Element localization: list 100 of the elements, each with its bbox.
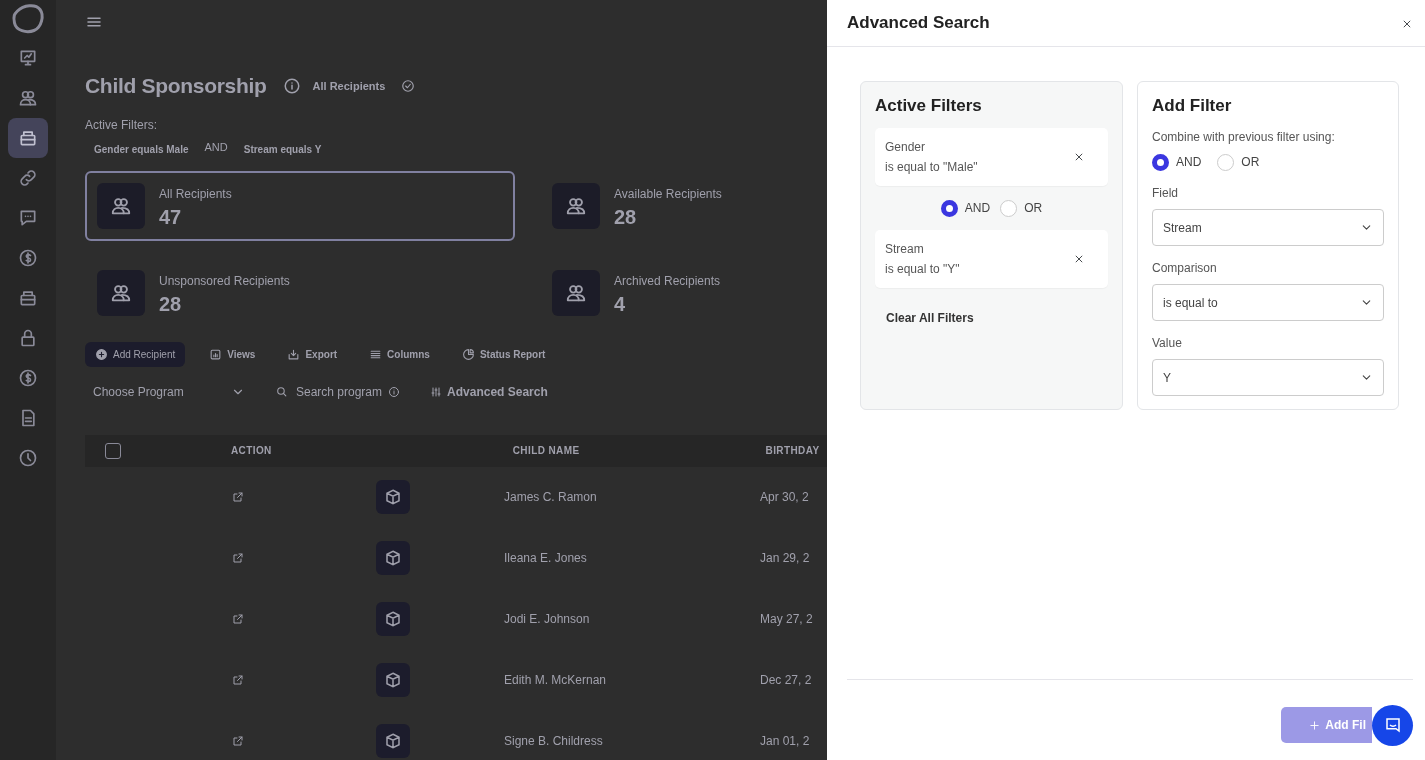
radio-option[interactable]: OR — [1000, 199, 1043, 218]
stat-label: All Recipients — [159, 185, 232, 203]
close-icon — [1402, 18, 1412, 29]
column-header[interactable]: BIRTHDAY — [765, 443, 820, 458]
radio-option[interactable]: OR — [1217, 153, 1260, 172]
child-name: Edith M. McKernan — [504, 672, 608, 689]
column-header[interactable]: ACTION — [231, 443, 272, 458]
sidebar-item[interactable] — [8, 118, 48, 158]
stat-label: Available Recipients — [614, 185, 722, 203]
package-icon — [376, 602, 410, 636]
stat-card[interactable]: Archived Recipients 4 — [540, 257, 827, 328]
select-field[interactable]: is equal to — [1152, 284, 1384, 322]
drawer-title: Advanced Search — [847, 12, 990, 34]
toolbar-button[interactable]: Status Report — [453, 342, 554, 366]
people-icon — [552, 182, 600, 229]
toolbar-button[interactable]: Columns — [361, 342, 438, 366]
radio-option[interactable]: AND — [940, 199, 991, 218]
filter-condition: is equal to "Y" — [885, 261, 960, 279]
info-icon — [282, 76, 301, 95]
filter-chip[interactable]: Gender equals Male — [94, 141, 189, 157]
box-icon — [18, 128, 38, 148]
stat-label: Unsponsored Recipients — [159, 272, 290, 290]
add-recipient-button[interactable]: Add Recipient — [85, 341, 186, 367]
field-label: Comparison — [1152, 260, 1218, 278]
link-icon — [18, 168, 38, 188]
filter-field: Gender — [885, 138, 978, 157]
external-link-icon[interactable] — [232, 552, 244, 564]
download-icon — [287, 347, 301, 361]
advanced-search-button[interactable]: Advanced Search — [422, 378, 556, 405]
team-icon — [18, 88, 38, 108]
birthday-cell-text: Apr 30, 2 — [760, 489, 809, 506]
clear-filters-link[interactable]: Clear All Filters — [886, 309, 974, 328]
combine-label: Combine with previous filter using: — [1152, 129, 1336, 147]
chart-icon — [209, 347, 223, 361]
checkbox[interactable] — [105, 442, 121, 459]
stat-card[interactable]: Unsponsored Recipients 28 — [85, 257, 515, 328]
search-icon — [275, 385, 288, 398]
external-link-icon[interactable] — [232, 674, 244, 686]
column-header[interactable]: CHILD NAME — [512, 443, 580, 458]
child-name: Signe B. Childress — [504, 733, 604, 750]
radio[interactable] — [1152, 153, 1169, 171]
birthday-cell-text: Jan 29, 2 — [760, 550, 810, 567]
remove-filter-button[interactable] — [1074, 254, 1084, 265]
child-name: Ileana E. Jones — [504, 550, 588, 567]
people-icon — [552, 269, 600, 316]
toolbar-button[interactable]: Views — [201, 342, 264, 366]
lock-icon — [18, 328, 38, 348]
info-icon — [388, 385, 401, 398]
card-title: Active Filters — [875, 96, 983, 117]
stat-label: Archived Recipients — [614, 272, 721, 290]
close-icon — [1074, 254, 1084, 265]
filter-chip[interactable]: Stream equals Y — [243, 141, 322, 157]
check-circle-icon — [401, 78, 416, 93]
chat-icon — [18, 208, 38, 228]
toolbar-button[interactable]: Export — [279, 342, 346, 366]
field-label: Field — [1152, 185, 1179, 203]
child-name: Jodi E. Johnson — [504, 611, 591, 628]
view-name[interactable]: All Recipients — [312, 77, 386, 94]
radio[interactable] — [940, 199, 958, 217]
box-icon — [18, 288, 38, 308]
dollar-icon — [18, 368, 38, 388]
external-link-icon[interactable] — [232, 613, 244, 625]
search-field[interactable]: Search program — [275, 382, 383, 401]
filter-field: Stream — [885, 240, 960, 259]
dollar-icon — [18, 248, 38, 268]
child-name: James C. Ramon — [504, 489, 598, 506]
pie-chart-icon — [461, 347, 475, 361]
presentation-icon — [18, 48, 38, 68]
plus-icon — [1309, 719, 1321, 731]
package-icon — [376, 480, 410, 514]
stat-card[interactable]: Available Recipients 28 — [540, 170, 827, 241]
external-link-icon[interactable] — [232, 735, 244, 747]
program-select[interactable]: Choose Program — [85, 382, 253, 401]
select-field[interactable]: Stream — [1152, 209, 1384, 247]
stat-count: 28 — [159, 293, 183, 314]
package-icon — [376, 724, 410, 758]
close-icon — [1074, 152, 1084, 163]
radio-option[interactable]: AND — [1152, 153, 1202, 172]
people-icon — [97, 269, 145, 316]
stat-count: 28 — [614, 206, 638, 227]
stat-count: 47 — [159, 206, 183, 227]
birthday-cell-text: May 27, 2 — [760, 611, 813, 628]
remove-filter-button[interactable] — [1074, 152, 1084, 163]
people-icon — [97, 182, 145, 229]
chat-icon — [1383, 716, 1402, 734]
stat-card[interactable]: All Recipients 47 — [85, 170, 515, 241]
select-field[interactable]: Y — [1152, 359, 1384, 397]
stat-count: 4 — [614, 293, 627, 314]
package-icon — [376, 663, 410, 697]
field-label: Value — [1152, 335, 1183, 353]
external-link-icon[interactable] — [232, 491, 244, 503]
clock-icon — [18, 448, 38, 468]
chat-launcher[interactable] — [1372, 704, 1413, 746]
card-title: Add Filter — [1152, 96, 1233, 117]
active-filters-label: Active Filters: — [85, 116, 158, 134]
page-title: Child Sponsorship — [85, 73, 267, 99]
filter-condition: is equal to "Male" — [885, 159, 978, 177]
birthday-cell-text: Dec 27, 2 — [760, 672, 812, 689]
birthday-cell-text: Jan 01, 2 — [760, 733, 810, 750]
filter-connector: AND — [204, 139, 228, 155]
